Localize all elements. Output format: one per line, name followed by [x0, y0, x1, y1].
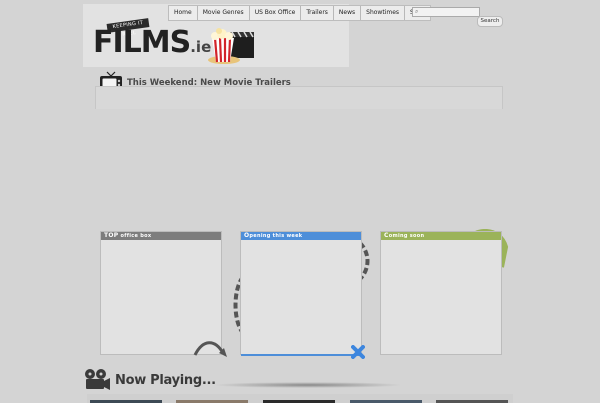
- search-icon: ⌕: [415, 8, 419, 15]
- blue-x-icon: [351, 345, 365, 359]
- opening-this-week-header[interactable]: Opening this week: [241, 232, 361, 240]
- page-wrapper: KEEPING IT REEL FILMS.ie Home Movie Genr…: [83, 3, 513, 403]
- nav-home[interactable]: Home: [169, 6, 198, 20]
- box-label: office box: [120, 233, 152, 239]
- nav-us-box-office[interactable]: US Box Office: [250, 6, 302, 20]
- site-logo[interactable]: FILMS.ie: [93, 26, 211, 64]
- popcorn-clapper-icon: [208, 28, 254, 64]
- curved-arrow-icon: [193, 341, 227, 357]
- coming-soon-panel: Coming soon: [380, 231, 502, 355]
- film-projector-icon: [85, 369, 110, 390]
- logo-name: FILMS: [93, 25, 191, 60]
- nav-news[interactable]: News: [334, 6, 362, 20]
- nav-movie-genres[interactable]: Movie Genres: [198, 6, 250, 20]
- opening-this-week-panel: Opening this week: [240, 231, 362, 356]
- search-button[interactable]: Search: [477, 16, 503, 27]
- nav-showtimes[interactable]: Showtimes: [361, 6, 406, 20]
- nav-trailers[interactable]: Trailers: [301, 6, 334, 20]
- trailers-panel: [95, 86, 503, 109]
- coming-soon-header[interactable]: Coming soon: [381, 232, 501, 240]
- box-label: oming soon: [388, 233, 425, 239]
- heading-shadow: [213, 382, 403, 388]
- box-label-big: TOP: [104, 232, 119, 239]
- search-input[interactable]: ⌕: [412, 7, 480, 17]
- top-office-box-header[interactable]: TOP office box: [101, 232, 221, 240]
- blue-underline: [241, 354, 361, 356]
- main-nav: Home Movie Genres US Box Office Trailers…: [168, 5, 432, 21]
- now-playing-heading: Now Playing...: [115, 373, 216, 388]
- box-label: pening this week: [249, 233, 303, 239]
